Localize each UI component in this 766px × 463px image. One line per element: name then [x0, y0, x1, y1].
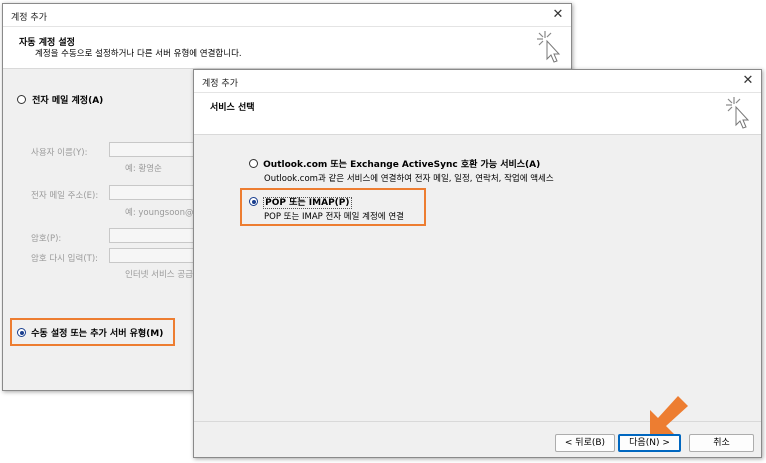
email-label: 전자 메일 주소(E):: [31, 191, 99, 201]
option-outlook[interactable]: Outlook.com 또는 Exchange ActiveSync 호환 가능…: [249, 157, 540, 170]
front-dialog-title: 계정 추가: [202, 79, 238, 89]
name-label: 사용자 이름(Y):: [31, 148, 88, 158]
option-manual-setup-label: 수동 설정 또는 추가 서버 유형(M): [31, 329, 164, 339]
name-field: [109, 142, 199, 157]
password-field: [109, 228, 199, 243]
back-dialog-title: 계정 추가: [11, 13, 47, 23]
radio-manual-setup[interactable]: [17, 328, 26, 337]
name-hint: 예: 황영순: [125, 164, 162, 174]
option-email-account-label: 전자 메일 계정(A): [32, 96, 104, 106]
radio-pop-imap[interactable]: [249, 197, 258, 206]
radio-email-account[interactable]: [17, 95, 26, 104]
option-outlook-desc: Outlook.com과 같은 서비스에 연결하여 전자 메일, 일정, 연락처…: [264, 174, 554, 184]
back-dialog-header: 자동 계정 설정 계정을 수동으로 설정하거나 다른 서버 유형에 연결합니다.: [3, 27, 571, 69]
back-header-subtitle: 계정을 수동으로 설정하거나 다른 서버 유형에 연결합니다.: [35, 49, 242, 59]
radio-outlook[interactable]: [249, 159, 258, 168]
wizard-cursor-icon: [726, 97, 750, 129]
back-button[interactable]: < 뒤로(B): [555, 434, 615, 452]
option-pop-imap-desc: POP 또는 IMAP 전자 메일 계정에 연결: [264, 212, 404, 222]
password-label: 암호(P):: [31, 234, 62, 244]
arrow-pointer-icon: [650, 396, 688, 434]
option-outlook-label: Outlook.com 또는 Exchange ActiveSync 호환 가능…: [263, 160, 541, 170]
wizard-cursor-icon: [537, 31, 561, 63]
option-pop-imap[interactable]: POP 또는 IMAP(P): [249, 195, 352, 209]
password-retype-field: [109, 248, 199, 263]
password-hint: 인터넷 서비스 공급: [125, 270, 193, 280]
back-dialog-titlebar: 계정 추가 ✕: [3, 4, 571, 27]
option-email-account[interactable]: 전자 메일 계정(A): [17, 93, 103, 106]
front-dialog-titlebar: 계정 추가 ✕: [194, 70, 761, 93]
email-hint: 예: youngsoon@co: [125, 208, 204, 218]
close-icon[interactable]: ✕: [741, 74, 755, 88]
password-retype-label: 암호 다시 입력(T):: [31, 254, 99, 264]
close-icon[interactable]: ✕: [551, 8, 565, 22]
cancel-button[interactable]: 취소: [689, 434, 754, 452]
email-field: [109, 185, 199, 200]
front-dialog-header: 서비스 선택: [194, 93, 761, 135]
front-header-title: 서비스 선택: [210, 103, 255, 113]
option-pop-imap-label: POP 또는 IMAP(P): [263, 197, 352, 209]
option-manual-setup[interactable]: 수동 설정 또는 추가 서버 유형(M): [17, 326, 163, 339]
